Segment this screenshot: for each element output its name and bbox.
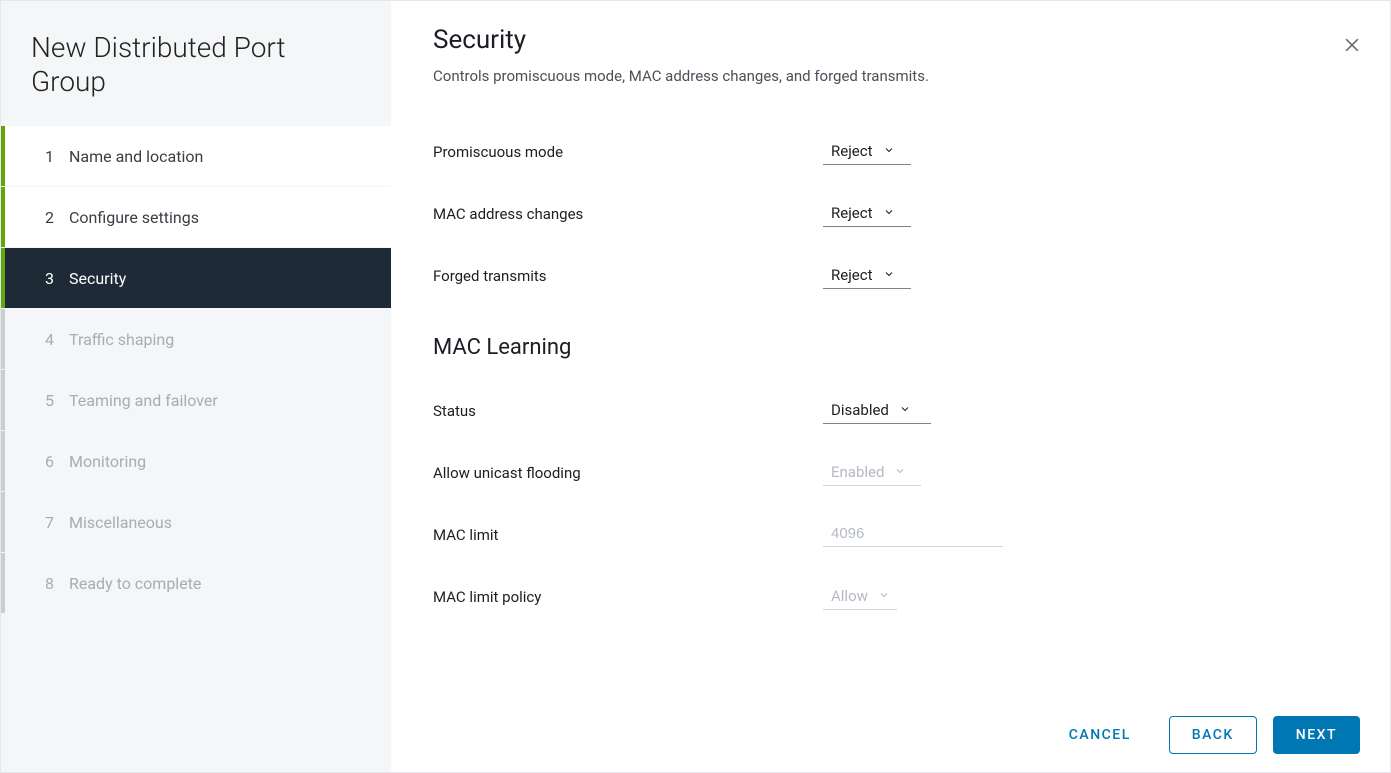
row-status: Status Disabled bbox=[433, 380, 1348, 442]
wizard-sidebar: New Distributed Port Group 1 Name and lo… bbox=[1, 1, 391, 772]
field-label: Status bbox=[433, 402, 823, 420]
select-value: Disabled bbox=[831, 401, 889, 419]
field-label: MAC address changes bbox=[433, 205, 823, 223]
step-traffic-shaping: 4 Traffic shaping bbox=[1, 309, 391, 369]
security-form: Promiscuous mode Reject MAC address chan… bbox=[433, 121, 1348, 628]
wizard-dialog: New Distributed Port Group 1 Name and lo… bbox=[0, 0, 1391, 773]
step-monitoring: 6 Monitoring bbox=[1, 431, 391, 491]
step-label: Teaming and failover bbox=[69, 391, 218, 410]
mac-learning-status-select[interactable]: Disabled bbox=[823, 398, 931, 424]
step-teaming-and-failover: 5 Teaming and failover bbox=[1, 370, 391, 430]
step-configure-settings[interactable]: 2 Configure settings bbox=[1, 187, 391, 247]
step-label: Name and location bbox=[69, 147, 203, 166]
chevron-down-icon bbox=[894, 462, 906, 481]
step-ready-to-complete: 8 Ready to complete bbox=[1, 553, 391, 613]
step-number: 6 bbox=[45, 452, 69, 471]
step-number: 4 bbox=[45, 330, 69, 349]
mac-limit-input bbox=[831, 525, 1001, 542]
step-number: 8 bbox=[45, 574, 69, 593]
field-label: MAC limit bbox=[433, 526, 823, 544]
chevron-down-icon bbox=[883, 141, 895, 160]
allow-unicast-flooding-select: Enabled bbox=[823, 460, 921, 486]
panel-title: Security bbox=[433, 25, 1348, 55]
select-value: Allow bbox=[831, 587, 868, 605]
step-label: Ready to complete bbox=[69, 574, 201, 593]
step-label: Security bbox=[69, 269, 126, 288]
wizard-steps: 1 Name and location 2 Configure settings… bbox=[1, 126, 391, 614]
field-label: Allow unicast flooding bbox=[433, 464, 823, 482]
cancel-button[interactable]: CANCEL bbox=[1047, 717, 1153, 753]
step-label: Configure settings bbox=[69, 208, 199, 227]
step-number: 3 bbox=[45, 269, 69, 288]
forged-transmits-select[interactable]: Reject bbox=[823, 263, 911, 289]
next-button[interactable]: NEXT bbox=[1273, 716, 1360, 754]
field-label: MAC limit policy bbox=[433, 588, 823, 606]
panel-description: Controls promiscuous mode, MAC address c… bbox=[433, 67, 1348, 85]
row-promiscuous-mode: Promiscuous mode Reject bbox=[433, 121, 1348, 183]
select-value: Reject bbox=[831, 266, 873, 284]
wizard-footer: CANCEL BACK NEXT bbox=[1047, 716, 1360, 754]
row-allow-unicast-flooding: Allow unicast flooding Enabled bbox=[433, 442, 1348, 504]
step-number: 1 bbox=[45, 147, 69, 166]
mac-address-changes-select[interactable]: Reject bbox=[823, 201, 911, 227]
close-icon bbox=[1342, 35, 1362, 55]
field-label: Promiscuous mode bbox=[433, 143, 823, 161]
wizard-main-panel: Security Controls promiscuous mode, MAC … bbox=[391, 1, 1390, 772]
mac-limit-policy-select: Allow bbox=[823, 584, 897, 610]
close-button[interactable] bbox=[1342, 35, 1362, 55]
step-label: Traffic shaping bbox=[69, 330, 174, 349]
field-label: Forged transmits bbox=[433, 267, 823, 285]
row-forged-transmits: Forged transmits Reject bbox=[433, 245, 1348, 307]
row-mac-limit: MAC limit bbox=[433, 504, 1348, 566]
mac-limit-input-wrap bbox=[823, 523, 1003, 547]
back-button[interactable]: BACK bbox=[1169, 716, 1257, 754]
select-value: Enabled bbox=[831, 463, 884, 481]
row-mac-limit-policy: MAC limit policy Allow bbox=[433, 566, 1348, 628]
step-name-and-location[interactable]: 1 Name and location bbox=[1, 126, 391, 186]
step-number: 2 bbox=[45, 208, 69, 227]
step-label: Miscellaneous bbox=[69, 513, 172, 532]
select-value: Reject bbox=[831, 142, 873, 160]
mac-learning-heading: MAC Learning bbox=[433, 335, 1348, 360]
step-number: 5 bbox=[45, 391, 69, 410]
wizard-title: New Distributed Port Group bbox=[1, 23, 391, 126]
row-mac-address-changes: MAC address changes Reject bbox=[433, 183, 1348, 245]
step-miscellaneous: 7 Miscellaneous bbox=[1, 492, 391, 552]
chevron-down-icon bbox=[899, 400, 911, 419]
chevron-down-icon bbox=[883, 203, 895, 222]
chevron-down-icon bbox=[878, 586, 890, 605]
select-value: Reject bbox=[831, 204, 873, 222]
step-number: 7 bbox=[45, 513, 69, 532]
chevron-down-icon bbox=[883, 265, 895, 284]
step-security[interactable]: 3 Security bbox=[1, 248, 391, 308]
promiscuous-mode-select[interactable]: Reject bbox=[823, 139, 911, 165]
step-label: Monitoring bbox=[69, 452, 146, 471]
